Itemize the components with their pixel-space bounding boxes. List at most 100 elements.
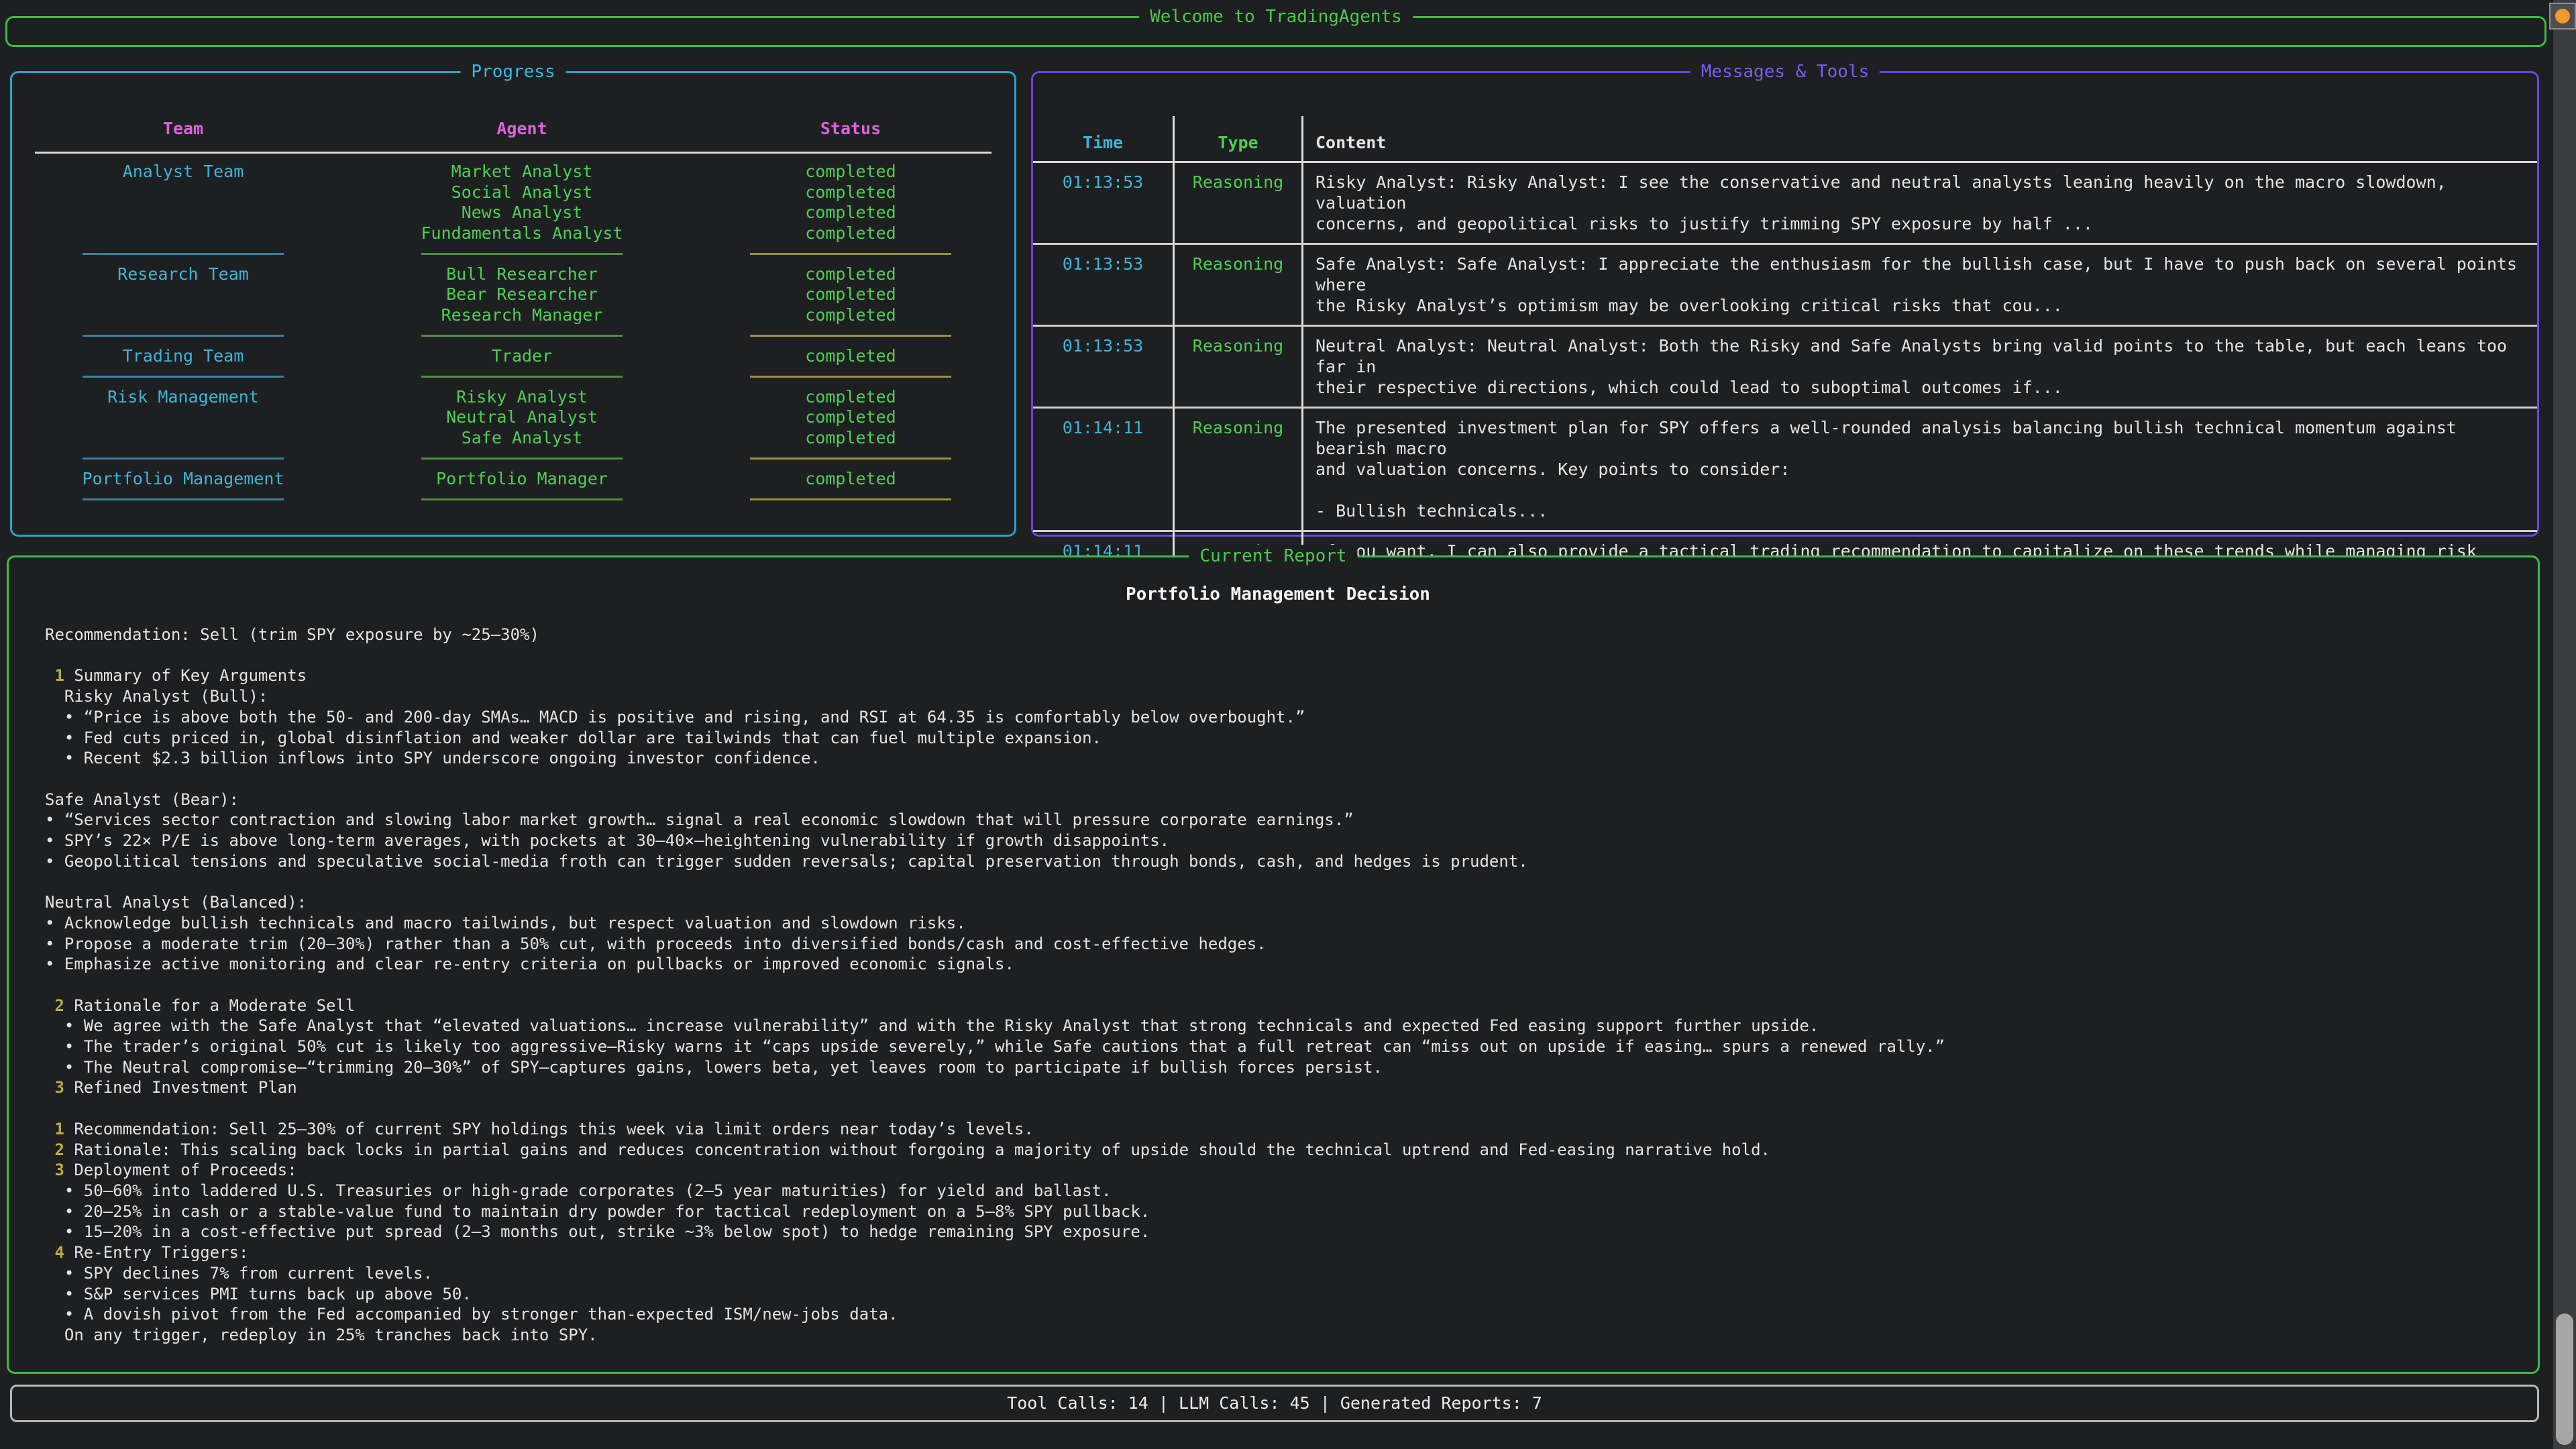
report-line bbox=[45, 769, 2511, 790]
separator-line-agent bbox=[421, 498, 623, 500]
message-content: Neutral Analyst: Neutral Analyst: Both t… bbox=[1301, 327, 2537, 407]
progress-group-separator bbox=[32, 448, 994, 469]
separator-line-status bbox=[750, 253, 951, 255]
separator-line-status bbox=[750, 498, 951, 500]
record-dot-icon bbox=[2555, 9, 2570, 23]
report-item-number: 2 bbox=[54, 1140, 64, 1159]
report-heading: Portfolio Management Decision bbox=[45, 584, 2511, 605]
progress-group-separator bbox=[32, 244, 994, 264]
report-line: Recommendation: Sell (trim SPY exposure … bbox=[45, 625, 2511, 645]
report-line: • Fed cuts priced in, global disinflatio… bbox=[45, 728, 2511, 749]
report-line: 4 Re-Entry Triggers: bbox=[45, 1242, 2511, 1263]
report-item-number: 1 bbox=[54, 666, 64, 685]
report-line: Safe Analyst (Bear): bbox=[45, 790, 2511, 810]
scrollbar-track[interactable] bbox=[2553, 0, 2576, 1449]
progress-panel: Progress Team Agent Status Analyst TeamM… bbox=[10, 71, 1016, 537]
progress-row: Trading TeamTradercompleted bbox=[32, 346, 994, 367]
message-row: 01:14:11ReasoningThe presented investmen… bbox=[1033, 409, 2537, 532]
footer-stats-text: Tool Calls: 14 | LLM Calls: 45 | Generat… bbox=[12, 1387, 2537, 1420]
report-body: Portfolio Management Decision Recommenda… bbox=[9, 557, 2538, 1346]
footer-stats-panel: Tool Calls: 14 | LLM Calls: 45 | Generat… bbox=[10, 1385, 2539, 1422]
progress-status-cell: completed bbox=[710, 223, 991, 244]
separator-line-team bbox=[83, 498, 284, 500]
separator-line-status bbox=[750, 335, 951, 337]
message-type: Reasoning bbox=[1173, 327, 1301, 407]
progress-status-cell: completed bbox=[710, 162, 991, 182]
progress-agent-cell: Portfolio Manager bbox=[334, 469, 710, 490]
progress-status-cell: completed bbox=[710, 428, 991, 449]
message-content: Risky Analyst: Risky Analyst: I see the … bbox=[1301, 163, 2537, 243]
progress-team-cell: Research Team bbox=[32, 264, 334, 285]
report-line bbox=[45, 975, 2511, 996]
report-line: • Acknowledge bullish technicals and mac… bbox=[45, 913, 2511, 934]
report-line: 3 Refined Investment Plan bbox=[45, 1077, 2511, 1098]
separator-line-agent bbox=[421, 376, 623, 378]
progress-team-cell: Risk Management bbox=[32, 387, 334, 408]
report-line: • The trader’s original 50% cut is likel… bbox=[45, 1036, 2511, 1057]
messages-col-content: Content bbox=[1301, 116, 2537, 161]
progress-agent-cell: Risky Analyst bbox=[334, 387, 710, 408]
progress-row: Social Analystcompleted bbox=[32, 182, 994, 203]
report-line: • “Services sector contraction and slowi… bbox=[45, 810, 2511, 830]
message-content: Safe Analyst: Safe Analyst: I appreciate… bbox=[1301, 245, 2537, 325]
report-line: • Recent $2.3 billion inflows into SPY u… bbox=[45, 748, 2511, 769]
scrollbar-top-marker[interactable] bbox=[2549, 3, 2576, 30]
progress-status-cell: completed bbox=[710, 346, 991, 367]
message-type: Reasoning bbox=[1173, 163, 1301, 243]
progress-status-cell: completed bbox=[710, 284, 991, 305]
separator-line-team bbox=[83, 253, 284, 255]
report-line: • 20–25% in cash or a stable-value fund … bbox=[45, 1201, 2511, 1222]
report-line: 2 Rationale for a Moderate Sell bbox=[45, 996, 2511, 1016]
report-line: • “Price is above both the 50- and 200-d… bbox=[45, 707, 2511, 728]
scrollbar-thumb[interactable] bbox=[2556, 1313, 2573, 1445]
report-line bbox=[45, 1098, 2511, 1119]
progress-table-body: Analyst TeamMarket AnalystcompletedSocia… bbox=[32, 162, 994, 510]
report-line: • SPY declines 7% from current levels. bbox=[45, 1263, 2511, 1284]
messages-panel-title: Messages & Tools bbox=[1690, 60, 1880, 83]
report-item-number: 3 bbox=[54, 1078, 64, 1097]
progress-status-cell: completed bbox=[710, 407, 991, 428]
report-item-number: 4 bbox=[54, 1243, 64, 1262]
separator-line-agent bbox=[421, 253, 623, 255]
message-type: Reasoning bbox=[1173, 409, 1301, 530]
progress-row: Safe Analystcompleted bbox=[32, 428, 994, 449]
report-line: • We agree with the Safe Analyst that “e… bbox=[45, 1016, 2511, 1036]
progress-row: Research Managercompleted bbox=[32, 305, 994, 326]
progress-col-status: Status bbox=[710, 119, 991, 140]
report-line: • 15–20% in a cost-effective put spread … bbox=[45, 1222, 2511, 1242]
welcome-panel: Welcome to TradingAgents bbox=[5, 16, 2546, 47]
progress-group-separator bbox=[32, 489, 994, 510]
progress-agent-cell: Trader bbox=[334, 346, 710, 367]
progress-col-agent: Agent bbox=[334, 119, 710, 140]
separator-line-agent bbox=[421, 335, 623, 337]
message-row: 01:13:53ReasoningNeutral Analyst: Neutra… bbox=[1033, 327, 2537, 409]
report-line: • 50–60% into laddered U.S. Treasuries o… bbox=[45, 1181, 2511, 1201]
message-content: The presented investment plan for SPY of… bbox=[1301, 409, 2537, 530]
report-line: • SPY’s 22× P/E is above long-term avera… bbox=[45, 830, 2511, 851]
separator-line-team bbox=[83, 376, 284, 378]
progress-row: Neutral Analystcompleted bbox=[32, 407, 994, 428]
progress-header-rule bbox=[35, 152, 991, 154]
message-time: 01:13:53 bbox=[1033, 245, 1173, 325]
report-line: 2 Rationale: This scaling back locks in … bbox=[45, 1140, 2511, 1161]
progress-row: Risk ManagementRisky Analystcompleted bbox=[32, 387, 994, 408]
report-line: On any trigger, redeploy in 25% tranches… bbox=[45, 1325, 2511, 1346]
separator-line-status bbox=[750, 376, 951, 378]
progress-row: Analyst TeamMarket Analystcompleted bbox=[32, 162, 994, 182]
report-line: Risky Analyst (Bull): bbox=[45, 686, 2511, 707]
progress-group-separator bbox=[32, 366, 994, 387]
report-lines: Recommendation: Sell (trim SPY exposure … bbox=[45, 625, 2511, 1346]
progress-agent-cell: Fundamentals Analyst bbox=[334, 223, 710, 244]
report-line: Neutral Analyst (Balanced): bbox=[45, 892, 2511, 913]
report-line bbox=[45, 645, 2511, 666]
separator-line-team bbox=[83, 335, 284, 337]
current-report-panel-title: Current Report bbox=[1189, 545, 1357, 568]
progress-agent-cell: Research Manager bbox=[334, 305, 710, 326]
progress-row: Fundamentals Analystcompleted bbox=[32, 223, 994, 244]
report-line: • S&P services PMI turns back up above 5… bbox=[45, 1284, 2511, 1305]
progress-table-header: Team Agent Status bbox=[32, 117, 994, 140]
messages-table-header: Time Type Content bbox=[1033, 116, 2537, 163]
messages-col-type: Type bbox=[1173, 116, 1301, 161]
progress-agent-cell: News Analyst bbox=[334, 203, 710, 223]
welcome-panel-title: Welcome to TradingAgents bbox=[1139, 5, 1413, 28]
